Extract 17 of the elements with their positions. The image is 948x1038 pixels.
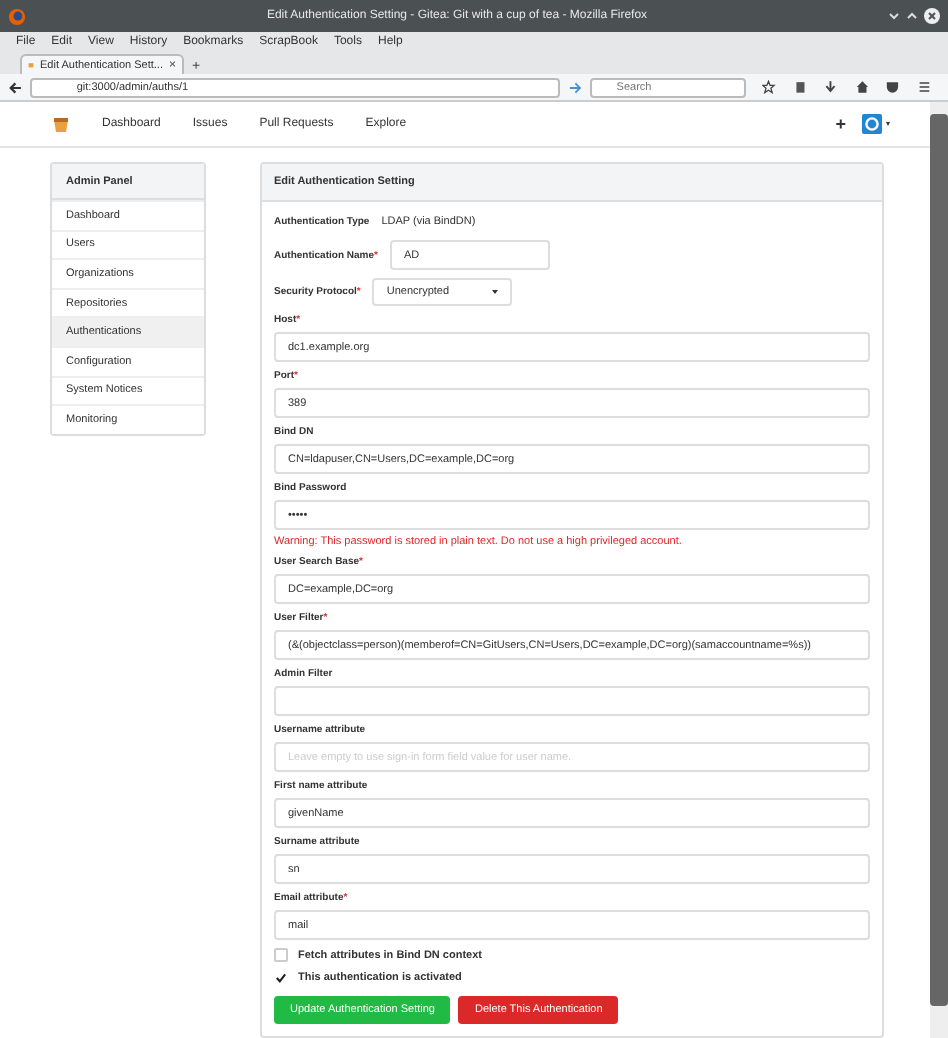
scrollbar-thumb[interactable] (930, 114, 948, 1006)
checkbox[interactable] (274, 970, 288, 984)
forward-icon[interactable] (567, 79, 583, 95)
avatar-icon[interactable] (862, 114, 894, 134)
star-icon[interactable] (762, 80, 776, 94)
download-icon[interactable] (824, 80, 838, 94)
close-icon[interactable] (924, 8, 940, 24)
maximize-icon[interactable] (906, 10, 918, 22)
caret-icon (492, 290, 499, 294)
create-button[interactable]: + (835, 114, 846, 134)
logo-icon[interactable] (52, 115, 70, 133)
firefox-icon (8, 7, 26, 25)
menu-icon[interactable] (917, 80, 931, 94)
minimize-icon[interactable] (888, 10, 900, 22)
text-field[interactable] (274, 686, 870, 716)
back-icon[interactable] (8, 79, 23, 95)
home-icon[interactable] (855, 80, 869, 94)
